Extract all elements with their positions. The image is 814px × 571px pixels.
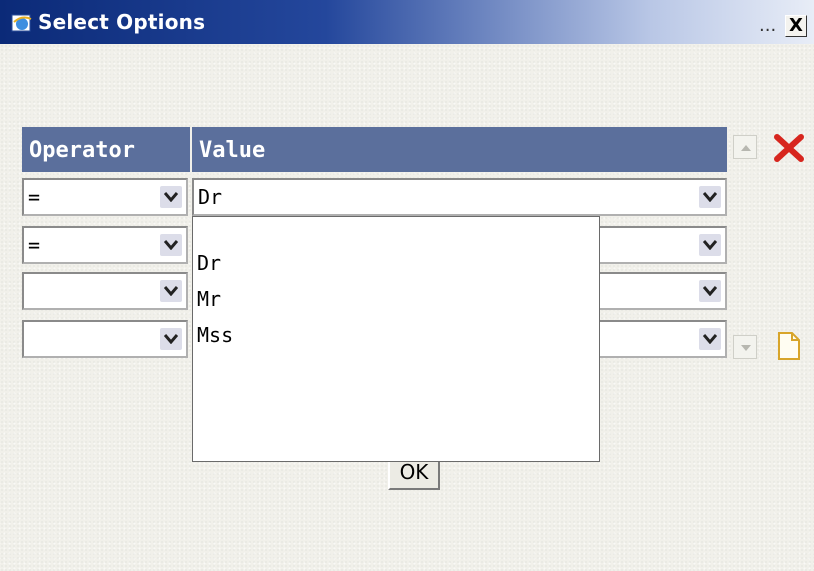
arrow-up-icon bbox=[741, 145, 751, 151]
ie-icon bbox=[11, 13, 33, 33]
value-selected: Dr bbox=[198, 185, 223, 209]
chevron-down-icon[interactable] bbox=[160, 234, 182, 256]
operator-select-row-4[interactable] bbox=[22, 320, 188, 358]
operator-select-row-2[interactable]: = bbox=[22, 226, 188, 264]
chevron-down-icon[interactable] bbox=[699, 234, 721, 256]
chevron-down-icon[interactable] bbox=[699, 280, 721, 302]
operator-select-row-1[interactable]: = bbox=[22, 178, 188, 216]
title-ellipsis: ... bbox=[759, 15, 777, 36]
operator-select-row-3[interactable] bbox=[22, 272, 188, 310]
select-options-window: Select Options ... X Operator Value = Dr… bbox=[0, 0, 814, 571]
operator-column-header: Operator bbox=[22, 127, 192, 172]
value-column-header: Value bbox=[192, 127, 727, 172]
operator-value: = bbox=[28, 233, 41, 257]
dropdown-empty-option[interactable] bbox=[193, 217, 599, 245]
operator-value: = bbox=[28, 185, 41, 209]
close-button[interactable]: X bbox=[785, 15, 807, 37]
new-document-icon[interactable] bbox=[777, 331, 801, 365]
move-down-button[interactable] bbox=[733, 335, 757, 359]
dropdown-option-mr[interactable]: Mr bbox=[193, 281, 599, 317]
dropdown-option-dr[interactable]: Dr bbox=[193, 245, 599, 281]
chevron-down-icon[interactable] bbox=[160, 186, 182, 208]
chevron-down-icon[interactable] bbox=[160, 328, 182, 350]
arrow-down-icon bbox=[741, 345, 751, 351]
window-title: Select Options bbox=[38, 10, 206, 34]
value-dropdown-list[interactable]: Dr Mr Mss bbox=[192, 216, 600, 462]
chevron-down-icon[interactable] bbox=[699, 186, 721, 208]
chevron-down-icon[interactable] bbox=[160, 280, 182, 302]
value-select-row-1[interactable]: Dr bbox=[192, 178, 727, 216]
move-up-button[interactable] bbox=[733, 135, 757, 159]
delete-x-icon[interactable] bbox=[773, 134, 805, 166]
dropdown-option-mss[interactable]: Mss bbox=[193, 317, 599, 353]
title-bar[interactable]: Select Options ... X bbox=[0, 0, 814, 44]
chevron-down-icon[interactable] bbox=[699, 328, 721, 350]
